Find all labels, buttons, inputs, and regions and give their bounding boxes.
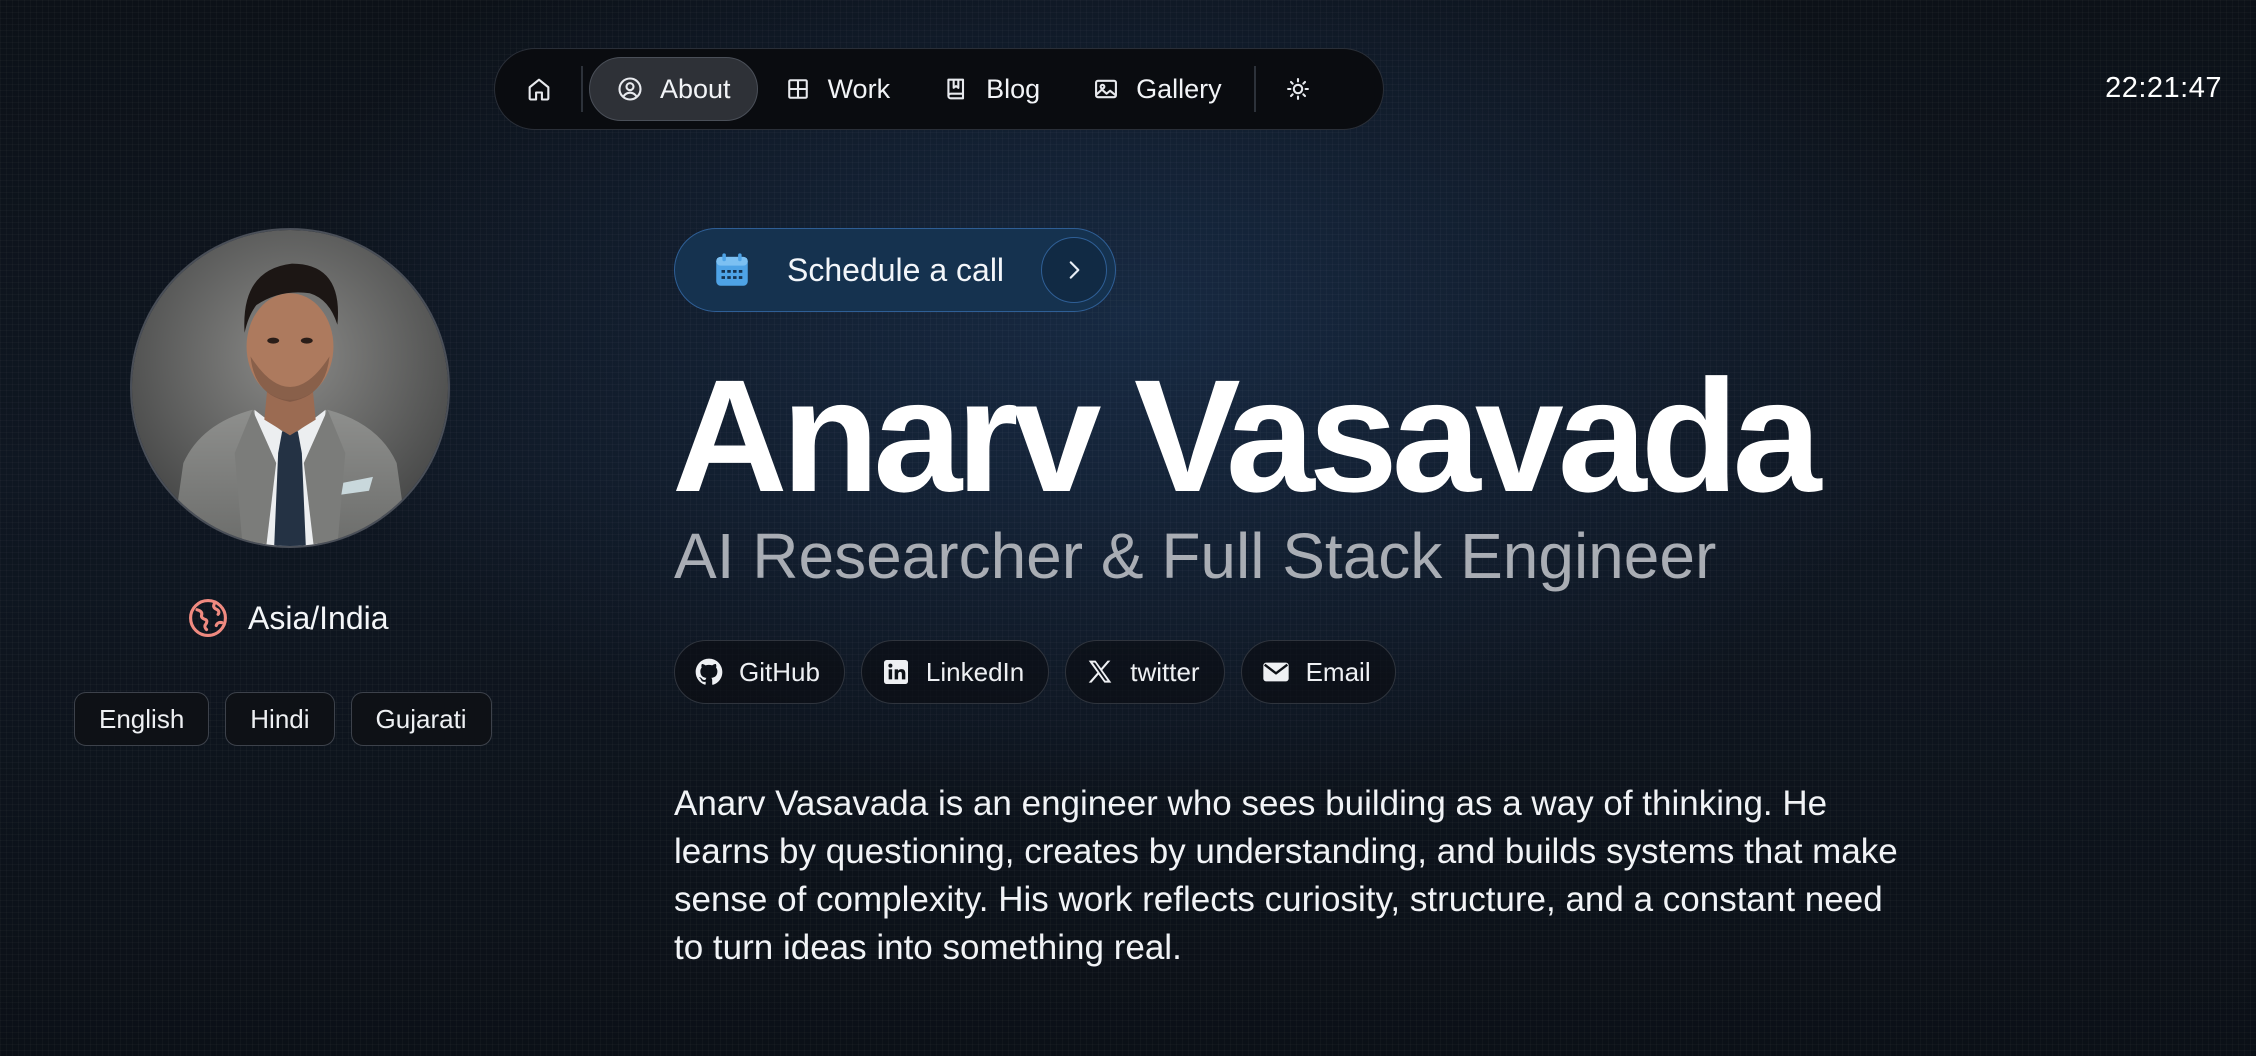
globe-icon — [186, 596, 230, 640]
language-tag: English — [74, 692, 210, 746]
page-subtitle: AI Researcher & Full Stack Engineer — [674, 520, 1717, 592]
twitter-label: twitter — [1130, 656, 1200, 687]
nav-item-blog[interactable]: Blog — [916, 57, 1066, 121]
linkedin-link[interactable]: LinkedIn — [860, 640, 1050, 704]
schedule-call-button[interactable]: Schedule a call — [674, 228, 1116, 312]
github-icon — [693, 656, 725, 688]
github-link[interactable]: GitHub — [674, 640, 845, 704]
sun-icon — [1284, 75, 1312, 103]
nav-item-work[interactable]: Work — [758, 57, 917, 121]
bio-paragraph: Anarv Vasavada is an engineer who sees b… — [674, 784, 1898, 967]
email-link[interactable]: Email — [1240, 640, 1396, 704]
location: Asia/India — [186, 596, 389, 640]
avatar — [130, 228, 450, 548]
x-icon — [1084, 656, 1116, 688]
nav-item-label: Blog — [986, 73, 1041, 104]
nav-divider — [1253, 66, 1256, 112]
github-label: GitHub — [739, 656, 820, 687]
nav-item-label: Work — [827, 73, 891, 104]
nav-item-label: About — [660, 73, 731, 104]
linkedin-label: LinkedIn — [925, 656, 1025, 687]
nav-divider — [581, 66, 583, 112]
location-label: Asia/India — [248, 599, 389, 636]
theme-toggle-button[interactable] — [1262, 57, 1334, 121]
twitter-link[interactable]: twitter — [1065, 640, 1225, 704]
book-icon — [942, 75, 970, 103]
clock-time: 22:21:47 — [2105, 72, 2222, 104]
page-title: Anarv Vasavada — [672, 346, 1821, 525]
language-tag: Hindi — [225, 692, 335, 746]
nav-item-about[interactable]: About — [589, 57, 758, 121]
mail-icon — [1260, 656, 1292, 688]
language-tag: Gujarati — [350, 692, 492, 746]
nav-home-button[interactable] — [503, 57, 575, 121]
schedule-call-label: Schedule a call — [787, 251, 1005, 288]
language-tags: English Hindi Gujarati — [74, 692, 492, 746]
top-nav: About Work Blog Gallery — [494, 48, 1384, 130]
nav-item-gallery[interactable]: Gallery — [1066, 57, 1248, 121]
home-icon — [525, 75, 553, 103]
nav-item-label: Gallery — [1136, 73, 1222, 104]
linkedin-icon — [880, 656, 912, 688]
calendar-icon — [711, 249, 753, 291]
chevron-right-icon — [1041, 237, 1107, 303]
grid-icon — [784, 75, 812, 103]
user-circle-icon — [616, 75, 644, 103]
image-icon — [1092, 75, 1120, 103]
social-links: GitHub LinkedIn twitter Email — [674, 640, 1396, 704]
email-label: Email — [1305, 656, 1371, 687]
